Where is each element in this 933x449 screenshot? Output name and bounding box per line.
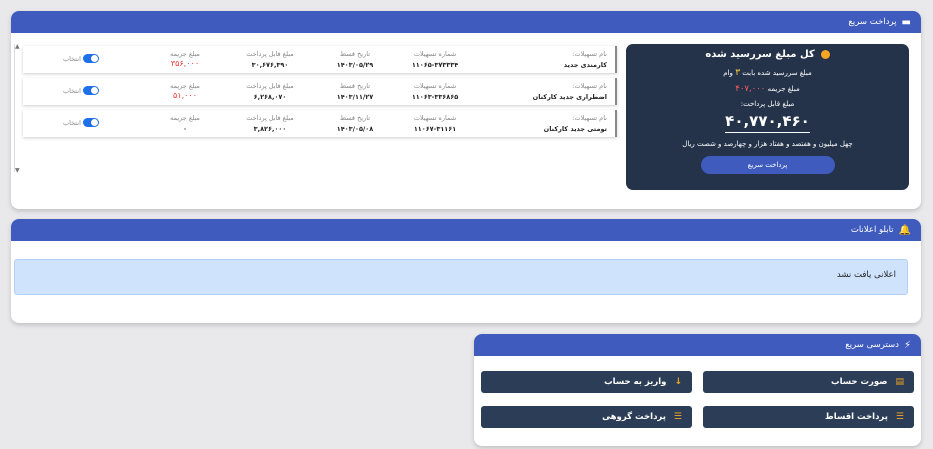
select-toggle[interactable] bbox=[83, 54, 99, 63]
lightning-icon: ⚡ bbox=[903, 339, 911, 351]
loan-date: ۱۴۰۳/۰۵/۲۹ bbox=[336, 61, 374, 69]
loan-number-cell: شماره تسهیلات ۱۱۰۶۳-۳۳۶۸۶۵ bbox=[395, 82, 475, 101]
deposit-button[interactable]: ↓ واریز به حساب bbox=[481, 371, 692, 393]
loan-fine-cell: مبلغ جریمه ۵۱,۰۰۰ bbox=[155, 82, 215, 100]
fine-line: مبلغ جریمه ۴۰۷,۰۰۰ bbox=[626, 84, 909, 94]
summary-title: کل مبلغ سررسید شده bbox=[705, 49, 815, 60]
loan-fine-cell: مبلغ جریمه ۳۵۶,۰۰۰ bbox=[155, 50, 215, 68]
overdue-suffix: وام bbox=[723, 69, 733, 77]
overdue-summary-panel: کل مبلغ سررسید شده مبلغ سررسید شده بابت … bbox=[626, 44, 909, 190]
arrow-down-icon: ↓ bbox=[674, 377, 682, 387]
loan-fine-cell: مبلغ جریمه ۰ bbox=[155, 114, 215, 133]
status-dot-icon bbox=[820, 50, 830, 59]
loan-name: اضطراری جدید کارکنان bbox=[532, 93, 607, 101]
scroll-down-icon[interactable]: ▼ bbox=[15, 167, 20, 174]
quick-access-card: ⚡ دسترسی سریع ▤ صورت حساب ↓ واریز به حسا… bbox=[474, 334, 921, 446]
loan-number: ۱۱۰۶۳-۳۳۶۸۶۵ bbox=[411, 93, 459, 101]
loan-name: کارمندی جدید bbox=[563, 61, 607, 69]
loan-payable-cell: مبلغ قابل پرداخت ۳,۸۲۶,۰۰۰ bbox=[230, 114, 310, 133]
overdue-count: ۳ bbox=[735, 68, 741, 78]
statement-button[interactable]: ▤ صورت حساب bbox=[703, 371, 914, 393]
fast-pay-button[interactable]: پرداخت سریع bbox=[700, 156, 835, 174]
group-payment-button[interactable]: ☰ پرداخت گروهی bbox=[481, 406, 692, 428]
announcements-header: 🔔 تابلو اعلانات bbox=[11, 219, 921, 241]
loan-number-cell: شماره تسهیلات ۱۱۰۶۵-۳۷۳۳۳۴ bbox=[395, 50, 475, 69]
loan-fine-label: مبلغ جریمه bbox=[170, 82, 200, 90]
coins-icon: ☰ bbox=[895, 412, 904, 422]
loan-payable-label: مبلغ قابل پرداخت bbox=[246, 82, 294, 90]
loan-date-label: تاریخ قسط bbox=[339, 50, 371, 58]
loan-date-cell: تاریخ قسط ۱۴۰۳/۰۵/۲۹ bbox=[325, 50, 385, 69]
loan-fine: ۳۵۶,۰۰۰ bbox=[170, 59, 200, 68]
summary-title-row: کل مبلغ سررسید شده bbox=[626, 49, 909, 60]
loan-name-cell: نام تسهیلات: تومتی جدید کارکنان bbox=[544, 114, 607, 133]
loan-fine-label: مبلغ جریمه bbox=[170, 114, 200, 122]
scroll-up-icon[interactable]: ▲ bbox=[15, 43, 20, 50]
loan-date-label: تاریخ قسط bbox=[339, 82, 371, 90]
loan-fine: ۰ bbox=[183, 125, 187, 133]
overdue-loans-line: مبلغ سررسید شده بابت ۳ وام bbox=[626, 68, 909, 78]
select-label: انتخاب bbox=[63, 119, 81, 127]
credit-card-icon: ▬ bbox=[901, 16, 911, 28]
overdue-prefix: مبلغ سررسید شده بابت bbox=[742, 69, 812, 77]
quick-access-title: دسترسی سریع bbox=[845, 340, 899, 350]
fine-amount: ۴۰۷,۰۰۰ bbox=[735, 84, 766, 94]
group-payment-label: پرداخت گروهی bbox=[602, 412, 666, 422]
loan-payable-cell: مبلغ قابل پرداخت ۳۰,۶۷۶,۳۹۰ bbox=[230, 50, 310, 69]
loan-row: نام تسهیلات: تومتی جدید کارکنان شماره تسه… bbox=[23, 110, 617, 137]
loan-name-cell: نام تسهیلات: اضطراری جدید کارکنان bbox=[533, 82, 607, 101]
loan-date-cell: تاریخ قسط ۱۴۰۳/۱۱/۲۷ bbox=[325, 82, 385, 101]
loan-number-label: شماره تسهیلات bbox=[413, 50, 457, 58]
announcements-title: تابلو اعلانات bbox=[850, 225, 894, 235]
fine-label: مبلغ جریمه bbox=[767, 85, 800, 93]
pay-installments-button[interactable]: ☰ پرداخت اقساط bbox=[703, 406, 914, 428]
loan-name-label: نام تسهیلات: bbox=[572, 82, 607, 90]
loan-payable-cell: مبلغ قابل پرداخت ۶,۲۶۸,۰۷۰ bbox=[230, 82, 310, 101]
amount-in-words: چهل میلیون و هفتصد و هفتاد هزار و چهارصد… bbox=[682, 140, 853, 148]
quick-access-header: ⚡ دسترسی سریع bbox=[474, 334, 921, 356]
payable-amount: ۴۰,۷۷۰,۴۶۰ bbox=[725, 112, 810, 133]
loan-payable: ۳,۸۲۶,۰۰۰ bbox=[253, 125, 287, 133]
loan-list[interactable]: ▲ ▼ نام تسهیلات: کارمندی جدید شماره تسهیل… bbox=[14, 43, 617, 174]
loan-number: ۱۱۰۶۵-۳۷۳۳۳۴ bbox=[411, 61, 459, 69]
loan-name: تومتی جدید کارکنان bbox=[543, 125, 607, 133]
select-label: انتخاب bbox=[63, 55, 81, 63]
loan-fine-label: مبلغ جریمه bbox=[170, 50, 200, 58]
fast-payment-header: ▬ پرداخت سریع bbox=[11, 11, 921, 33]
deposit-button-label: واریز به حساب bbox=[604, 377, 667, 387]
loan-name-label: نام تسهیلات: bbox=[572, 114, 607, 122]
loan-number: ۱۱۰۶۷-۳۱۱۶۱ bbox=[413, 125, 457, 133]
payable-label: مبلغ قابل پرداخت: bbox=[740, 100, 795, 108]
loan-fine: ۵۱,۰۰۰ bbox=[172, 91, 198, 100]
loan-name-label: نام تسهیلات: bbox=[572, 50, 607, 58]
loan-number-cell: شماره تسهیلات ۱۱۰۶۷-۳۱۱۶۱ bbox=[395, 114, 475, 133]
select-toggle[interactable] bbox=[83, 118, 99, 127]
select-label: انتخاب bbox=[63, 87, 81, 95]
bell-icon: 🔔 bbox=[898, 224, 911, 236]
loan-name-cell: نام تسهیلات: کارمندی جدید bbox=[564, 50, 607, 69]
loan-payable: ۳۰,۶۷۶,۳۹۰ bbox=[251, 61, 289, 69]
loan-date-label: تاریخ قسط bbox=[339, 114, 371, 122]
loan-date-cell: تاریخ قسط ۱۴۰۳/۰۵/۰۸ bbox=[325, 114, 385, 133]
fast-payment-title: پرداخت سریع bbox=[848, 17, 897, 27]
loan-number-label: شماره تسهیلات bbox=[413, 114, 457, 122]
announcements-card: 🔔 تابلو اعلانات اعلانی یافت نشد bbox=[11, 219, 921, 323]
fast-payment-card: ▬ پرداخت سریع کل مبلغ سررسید شده مبلغ سر… bbox=[11, 11, 921, 209]
statement-button-label: صورت حساب bbox=[831, 377, 888, 387]
empty-announcements-text: اعلانی یافت نشد bbox=[836, 270, 896, 280]
loan-payable-label: مبلغ قابل پرداخت bbox=[246, 114, 294, 122]
loan-date: ۱۴۰۳/۱۱/۲۷ bbox=[336, 93, 374, 101]
loan-date: ۱۴۰۳/۰۵/۰۸ bbox=[336, 125, 374, 133]
loan-number-label: شماره تسهیلات bbox=[413, 82, 457, 90]
coins-icon: ☰ bbox=[673, 412, 682, 422]
loan-row: نام تسهیلات: اضطراری جدید کارکنان شماره ت… bbox=[23, 78, 617, 105]
document-icon: ▤ bbox=[895, 377, 904, 387]
select-toggle[interactable] bbox=[83, 86, 99, 95]
pay-installments-label: پرداخت اقساط bbox=[824, 412, 888, 422]
empty-announcements-alert: اعلانی یافت نشد bbox=[14, 259, 908, 295]
loan-row: نام تسهیلات: کارمندی جدید شماره تسهیلات ۱۱… bbox=[23, 46, 617, 73]
loan-payable: ۶,۲۶۸,۰۷۰ bbox=[253, 93, 287, 101]
loan-payable-label: مبلغ قابل پرداخت bbox=[246, 50, 294, 58]
